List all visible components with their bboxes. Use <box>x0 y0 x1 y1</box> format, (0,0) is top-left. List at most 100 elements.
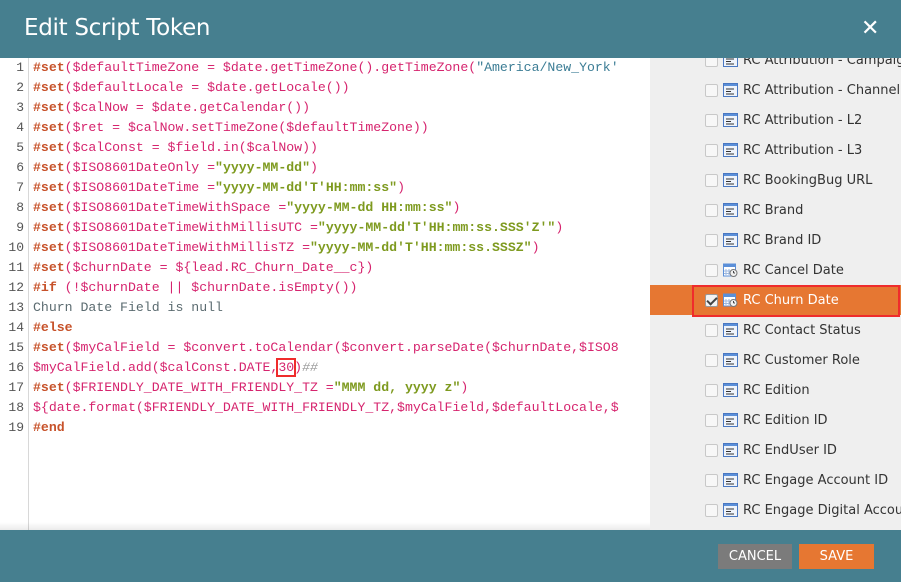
code-token: ) <box>460 380 469 395</box>
code-line[interactable]: #set($ret = $calNow.setTimeZone($default… <box>33 118 650 138</box>
code-token: $myCalField.add($calConst.DATE, <box>33 360 279 375</box>
checkbox[interactable] <box>705 233 718 247</box>
line-number: 7 <box>16 180 24 195</box>
text-field-icon <box>723 203 738 217</box>
text-field-icon <box>723 353 738 367</box>
checkbox[interactable] <box>705 503 718 517</box>
code-token: "yyyy-MM-dd'T'HH:mm:ss.SSSZ" <box>309 240 532 255</box>
code-line[interactable]: #set($ISO8601DateTime ="yyyy-MM-dd'T'HH:… <box>33 178 650 198</box>
checkbox[interactable] <box>705 83 718 97</box>
code-line[interactable]: #set($ISO8601DateOnly ="yyyy-MM-dd") <box>33 158 650 178</box>
code-token: ($ISO8601DateOnly = <box>64 160 216 175</box>
line-number: 19 <box>8 420 24 435</box>
field-list-item[interactable]: RC BookingBug URL <box>650 165 901 195</box>
code-line[interactable]: #set($calConst = $field.in($calNow)) <box>33 138 650 158</box>
field-label: RC Cancel Date <box>743 262 844 278</box>
field-list-item[interactable]: RC Brand <box>650 195 901 225</box>
line-number: 15 <box>8 340 24 355</box>
code-line[interactable]: #set($ISO8601DateTimeWithMillisUTC ="yyy… <box>33 218 650 238</box>
field-list-item[interactable]: RC Attribution - L3 <box>650 135 901 165</box>
checkbox[interactable] <box>705 473 718 487</box>
checkbox[interactable] <box>705 113 718 127</box>
code-area[interactable]: #set($defaultTimeZone = $date.getTimeZon… <box>33 58 650 438</box>
checkbox[interactable] <box>705 323 718 337</box>
cancel-button[interactable]: CANCEL <box>718 544 792 569</box>
checkbox-checked[interactable] <box>705 293 718 307</box>
code-line[interactable]: $myCalField.add($calConst.DATE,30)## <box>33 358 650 378</box>
line-number: 18 <box>8 400 24 415</box>
save-button[interactable]: SAVE <box>799 544 874 569</box>
code-line[interactable]: #set($churnDate = ${lead.RC_Churn_Date__… <box>33 258 650 278</box>
text-field-icon <box>723 143 738 157</box>
field-label: RC Attribution - L3 <box>743 142 863 158</box>
text-field-icon <box>723 233 738 247</box>
code-token: ($myCalField = $convert.toCalendar($conv… <box>64 340 619 355</box>
line-number: 4 <box>16 120 24 135</box>
field-list-item[interactable]: RC Churn Date <box>650 285 901 317</box>
field-list-item[interactable]: RC Attribution - L2 <box>650 105 901 135</box>
code-line[interactable]: #set($myCalField = $convert.toCalendar($… <box>33 338 650 358</box>
field-label: RC Engage Account ID <box>743 472 889 488</box>
checkbox[interactable] <box>705 263 718 277</box>
line-number: 12 <box>8 280 24 295</box>
field-list-item[interactable]: RC Edition ID <box>650 405 901 435</box>
dialog-header: Edit Script Token ✕ <box>0 0 901 58</box>
field-label: RC BookingBug URL <box>743 172 873 188</box>
code-line[interactable]: #set($ISO8601DateTimeWithMillisTZ ="yyyy… <box>33 238 650 258</box>
close-icon[interactable]: ✕ <box>861 18 879 40</box>
checkbox[interactable] <box>705 383 718 397</box>
code-token: ) <box>397 180 405 195</box>
code-line[interactable]: #end <box>33 418 650 438</box>
code-token: "MMM dd, yyyy z" <box>333 380 461 395</box>
checkbox[interactable] <box>705 353 718 367</box>
line-number: 2 <box>16 80 24 95</box>
code-line[interactable]: #else <box>33 318 650 338</box>
code-line[interactable]: Churn Date Field is null <box>33 298 650 318</box>
checkbox[interactable] <box>705 203 718 217</box>
code-line[interactable]: #set($defaultLocale = $date.getLocale()) <box>33 78 650 98</box>
checkbox[interactable] <box>705 58 718 67</box>
code-token: #set <box>33 140 65 155</box>
checkbox[interactable] <box>705 143 718 157</box>
code-token: ($ret = $calNow.setTimeZone($defaultTime… <box>64 120 429 135</box>
field-list-item[interactable]: RC Brand ID <box>650 225 901 255</box>
field-token-list[interactable]: RC Attribution - Campaign RC Attribution … <box>650 58 901 530</box>
field-list-item[interactable]: RC Attribution - Channel <box>650 75 901 105</box>
field-list-item[interactable]: RC Contact Status <box>650 315 901 345</box>
code-line[interactable]: ${date.format($FRIENDLY_DATE_WITH_FRIEND… <box>33 398 650 418</box>
line-number: 11 <box>8 260 24 275</box>
field-label: RC Attribution - Channel <box>743 82 901 98</box>
code-line[interactable]: #set($ISO8601DateTimeWithSpace ="yyyy-MM… <box>33 198 650 218</box>
field-list-item[interactable]: RC Engage Account ID <box>650 465 901 495</box>
field-list-item[interactable]: RC Edition <box>650 375 901 405</box>
code-token: #set <box>33 160 65 175</box>
code-token: ## <box>302 360 318 375</box>
code-line[interactable]: #set($defaultTimeZone = $date.getTimeZon… <box>33 58 650 78</box>
script-editor[interactable]: 1 2 3 4 5 6 7 8 9 10 11 12 13 14 15 16 17 18 19 #set($defa… <box>0 58 650 530</box>
field-list-item[interactable]: RC Customer Role <box>650 345 901 375</box>
field-list-item[interactable]: RC Cancel Date <box>650 255 901 285</box>
code-token: ) <box>294 360 303 375</box>
code-line[interactable]: #set($calNow = $date.getCalendar()) <box>33 98 650 118</box>
checkbox[interactable] <box>705 443 718 457</box>
text-field-icon <box>723 443 738 457</box>
field-label: RC Brand <box>743 202 804 218</box>
field-list-item[interactable]: RC EndUser ID <box>650 435 901 465</box>
checkbox[interactable] <box>705 413 718 427</box>
field-list-item[interactable]: RC Engage Digital Account <box>650 495 901 525</box>
code-token: #set <box>33 180 65 195</box>
field-list-item[interactable]: RC Attribution - Campaign <box>650 58 901 75</box>
code-token: ) <box>555 220 564 235</box>
code-line[interactable]: #if (!$churnDate || $churnDate.isEmpty()… <box>33 278 650 298</box>
field-label: RC Attribution - Campaign <box>743 58 901 68</box>
line-number: 10 <box>8 240 24 255</box>
field-label: RC Edition <box>743 382 810 398</box>
text-field-icon <box>723 323 738 337</box>
code-token: "yyyy-MM-dd'T'HH:mm:ss.SSS'Z'" <box>317 220 556 235</box>
code-line[interactable]: #set($FRIENDLY_DATE_WITH_FRIENDLY_TZ ="M… <box>33 378 650 398</box>
code-token: #else <box>33 320 73 335</box>
field-label: RC Churn Date <box>743 292 839 308</box>
code-token: ($churnDate = ${lead.RC_Churn_Date__c}) <box>64 260 374 275</box>
checkbox[interactable] <box>705 173 718 187</box>
field-label: RC Customer Role <box>743 352 860 368</box>
